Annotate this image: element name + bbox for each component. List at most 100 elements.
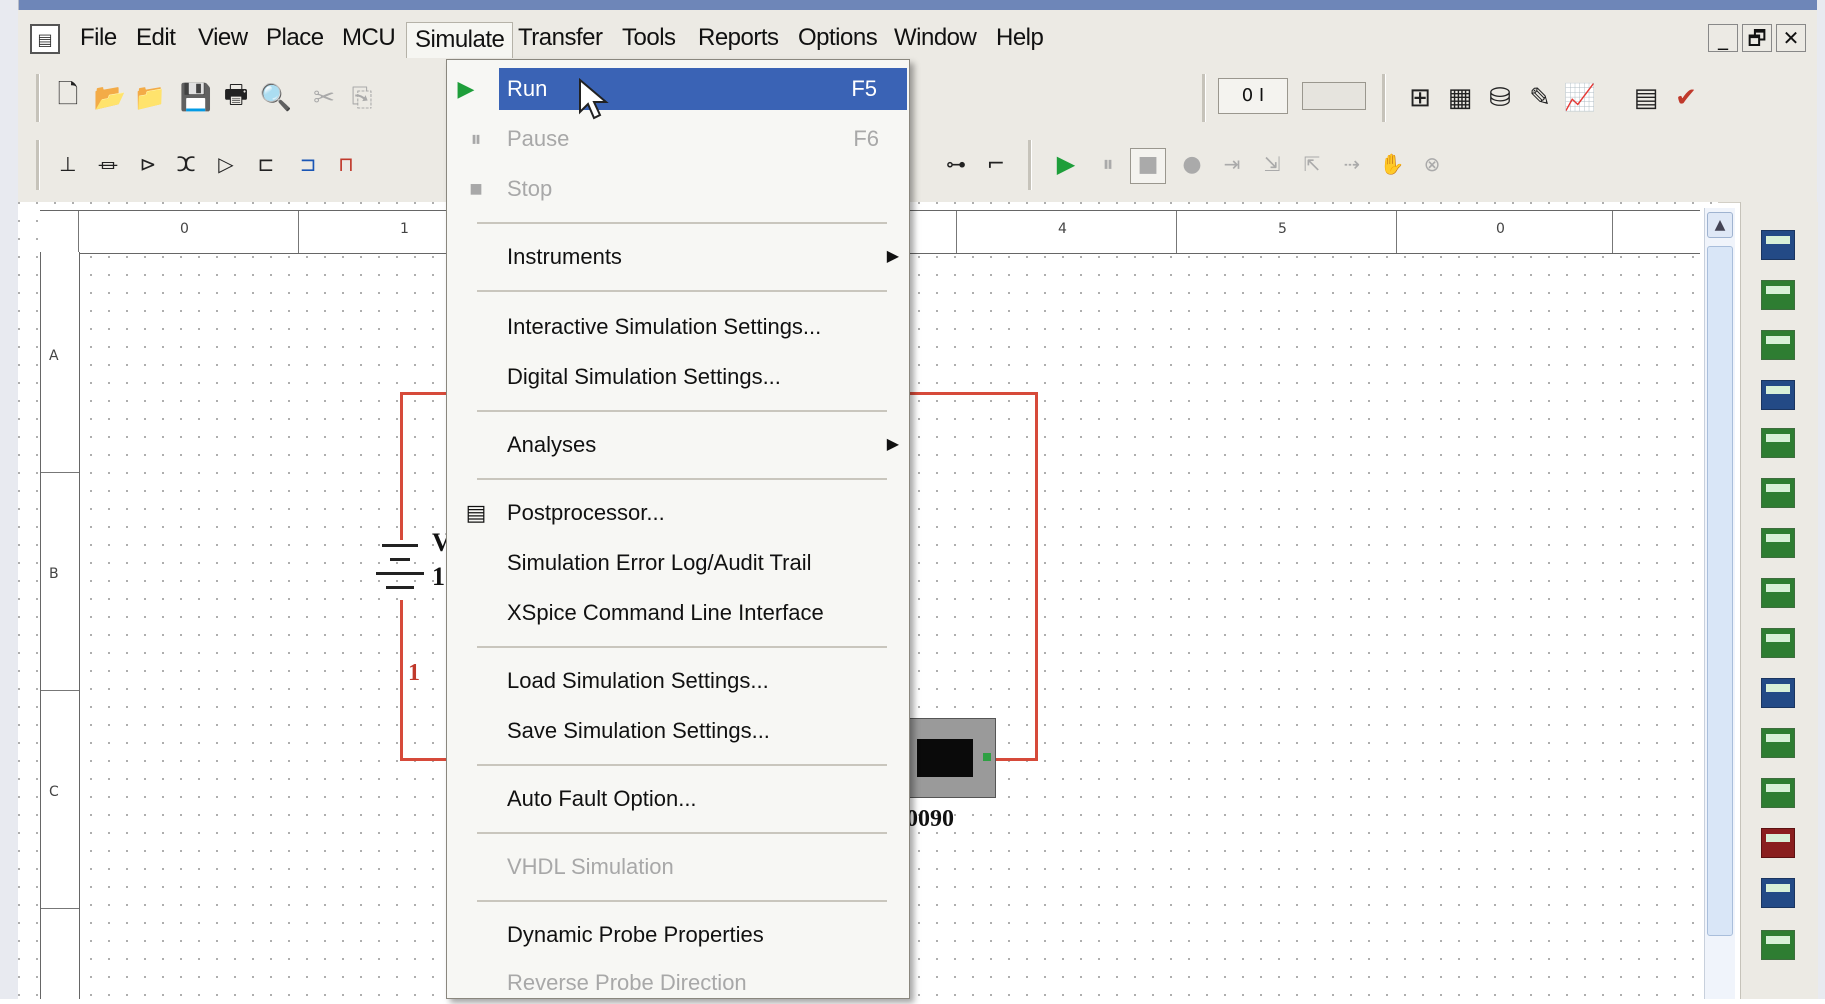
diode-icon[interactable]: ⊳ [130,146,166,182]
pause-icon[interactable]: ⏸ [1090,146,1126,182]
save-icon[interactable]: 💾 [178,80,214,116]
ground-icon[interactable]: ⊥ [50,146,86,182]
distortion-analyzer-icon[interactable] [1761,778,1795,808]
transistor-icon[interactable]: ⵋ [168,146,204,182]
menu-item-postprocessor[interactable]: ▤ Postprocessor... [447,492,909,534]
menu-item-stop[interactable]: ■ Stop [447,168,909,210]
wire[interactable] [1035,392,1038,760]
bus-icon[interactable]: ⌐ [978,146,1014,182]
erc-icon[interactable]: ✔ [1668,80,1704,116]
run-icon[interactable]: ▶ [1048,146,1084,182]
wire[interactable] [990,758,1038,761]
cut-icon[interactable]: ✂ [306,80,342,116]
database-icon[interactable]: ⛁ [1482,80,1518,116]
menu-item-load-settings[interactable]: Load Simulation Settings... [447,660,909,702]
menu-edit[interactable]: Edit [136,24,176,54]
components-toolbar: ⊥ ⏛ ⊳ ⵋ ▷ ⊏ ⊐ ⊓ ⊶ ⌐ ▶ ⏸ ■ ● ⇥ ⇲ ⇱ ⇢ ✋ ⊗ [18,130,1817,203]
wire[interactable] [400,392,403,540]
menu-item-instruments[interactable]: Instruments ▶ [447,236,909,278]
breakpoint-icon[interactable]: ✋ [1374,146,1410,182]
postprocessor-icon[interactable]: ▤ [1628,80,1664,116]
word-generator-icon[interactable] [1761,578,1795,608]
open-folder-icon[interactable]: 📂 [92,80,128,116]
logic-analyzer-icon[interactable] [1761,628,1795,658]
menu-item-save-settings[interactable]: Save Simulation Settings... [447,710,909,752]
menu-item-dynamic-probe[interactable]: Dynamic Probe Properties [447,914,909,956]
menu-item-reverse-probe[interactable]: Reverse Probe Direction [447,962,909,1004]
menu-place[interactable]: Place [266,24,324,54]
spreadsheet-icon[interactable]: ▦ [1442,80,1478,116]
iv-analyzer-icon[interactable] [1761,728,1795,758]
connector-icon[interactable]: ⊶ [938,146,974,182]
record-icon[interactable]: ● [1174,146,1210,182]
menu-help[interactable]: Help [996,24,1044,54]
wire[interactable] [400,758,450,761]
four-channel-scope-icon[interactable] [1761,428,1795,458]
agilent-instrument-icon[interactable] [1761,930,1795,960]
menu-item-digital-settings[interactable]: Digital Simulation Settings... [447,356,909,398]
menu-tools[interactable]: Tools [622,24,676,54]
remove-breakpoints-icon[interactable]: ⊗ [1414,146,1450,182]
menu-options[interactable]: Options [798,24,878,54]
hierarchy-icon[interactable]: ⊞ [1402,80,1438,116]
ruler-tick [1176,211,1177,253]
ruler-tick [78,211,79,253]
wire[interactable] [908,392,1038,395]
menu-item-pause[interactable]: ⏸ Pause F6 [447,118,909,160]
menu-item-shortcut: F6 [853,126,879,151]
menu-item-analyses[interactable]: Analyses ▶ [447,424,909,466]
menu-transfer[interactable]: Transfer [518,24,603,54]
minimize-button[interactable]: _ [1708,24,1738,52]
scroll-up-button[interactable]: ▲ [1707,212,1733,238]
battery-symbol[interactable] [370,540,430,602]
oscilloscope-icon[interactable] [1761,380,1795,410]
menu-item-xspice[interactable]: XSpice Command Line Interface [447,592,909,634]
menu-view[interactable]: View [198,24,248,54]
menu-item-vhdl[interactable]: VHDL Simulation [447,846,909,888]
print-icon[interactable]: 🖶 [218,80,254,116]
logic-converter-icon[interactable] [1761,678,1795,708]
restore-button[interactable]: 🗗 [1742,24,1772,52]
menu-mcu[interactable]: MCU [342,24,396,54]
menu-item-interactive-settings[interactable]: Interactive Simulation Settings... [447,306,909,348]
component-wizard-icon[interactable]: ✎ [1522,80,1558,116]
simulate-switch-on[interactable]: 0 I [1218,78,1288,114]
frequency-counter-icon[interactable] [1761,528,1795,558]
menu-item-error-log[interactable]: Simulation Error Log/Audit Trail [447,542,909,584]
grapher-icon[interactable]: 📈 [1562,80,1598,116]
step-out-icon[interactable]: ⇱ [1294,146,1330,182]
simulate-switch-off[interactable] [1302,82,1366,110]
menu-window[interactable]: Window [894,24,977,54]
resistor-icon[interactable]: ⏛ [90,146,126,182]
multimeter-component[interactable] [900,718,996,798]
print-preview-icon[interactable]: 🔍 [258,80,294,116]
menu-reports[interactable]: Reports [698,24,779,54]
run-to-cursor-icon[interactable]: ⇢ [1334,146,1370,182]
multimeter-instrument-icon[interactable] [1761,230,1795,260]
bode-plotter-icon[interactable] [1761,478,1795,508]
new-file-icon[interactable]: 🗋 [50,80,86,116]
copy-icon[interactable]: ⎘ [344,80,380,116]
app-icon[interactable]: ▤ [30,24,60,54]
menu-item-auto-fault[interactable]: Auto Fault Option... [447,778,909,820]
stop-icon[interactable]: ■ [1130,148,1166,184]
menu-simulate[interactable]: Simulate [406,22,514,58]
network-analyzer-icon[interactable] [1761,878,1795,908]
close-button[interactable]: ✕ [1776,24,1806,52]
analog-icon[interactable]: ▷ [208,146,244,182]
step-icon[interactable]: ⇥ [1214,146,1250,182]
spectrum-analyzer-icon[interactable] [1761,828,1795,858]
vertical-scrollbar[interactable]: ▲ [1704,208,1735,999]
wire[interactable] [400,392,450,395]
ttl-icon[interactable]: ⊏ [248,146,284,182]
menu-file[interactable]: File [80,24,117,54]
wire[interactable] [400,600,403,760]
step-into-icon[interactable]: ⇲ [1254,146,1290,182]
function-generator-icon[interactable] [1761,280,1795,310]
scroll-thumb[interactable] [1707,246,1733,936]
menu-item-run[interactable]: ▶ Run F5 [458,68,907,110]
misc-digital-icon[interactable]: ⊓ [328,146,364,182]
cmos-icon[interactable]: ⊐ [290,146,326,182]
wattmeter-icon[interactable] [1761,330,1795,360]
open-design-icon[interactable]: 📁 [132,80,168,116]
